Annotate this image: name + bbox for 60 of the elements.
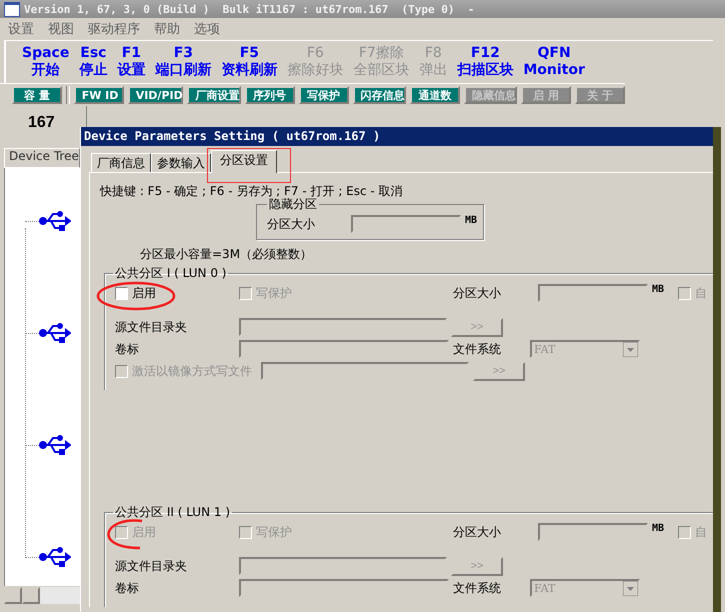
field-label: 文件系统 [453,340,502,358]
menu-item[interactable]: 帮助 [154,20,180,38]
hotkey-button[interactable]: Space 开始 [22,45,70,79]
menu-item[interactable]: 设置 [8,20,34,38]
toolbar-button[interactable]: 闪存信息 [352,86,406,104]
toolbar-button[interactable]: 通道数 [410,86,460,104]
field-label: 卷标 [115,580,140,596]
browse-button[interactable]: >> [473,362,525,380]
dropdown-arrow-icon[interactable] [623,342,638,356]
field-label: 源文件目录夹 [115,318,188,336]
field-label: 文件系统 [453,580,502,596]
hotkey-button[interactable]: QFN Monitor [523,45,585,79]
auto-checkbox[interactable]: 自 [678,284,707,302]
unit-label: MB [652,283,666,295]
shortcut-hint: 快捷键 : F5 - 确定 ; F6 - 另存为 ; F7 - 打开 ; Esc - 取消 [100,183,404,198]
enable-checkbox[interactable]: 启用 [115,284,235,302]
app-icon [4,2,20,16]
hotkey-button[interactable]: Esc 停止 [79,45,108,79]
hotkey-button[interactable]: F5 资料刷新 [221,45,278,79]
field-label: 源文件目录夹 [115,558,188,574]
file-system-dropdown[interactable]: FAT [530,340,640,358]
menu-item[interactable]: 驱动程序 [88,20,140,38]
field-label: 分区大小 [267,216,316,232]
usb-icon[interactable] [39,322,71,344]
port-number: 167 [27,113,56,133]
hotkey-button[interactable]: F3 端口刷新 [155,45,212,79]
toolbar-button[interactable]: 厂商设置 [187,86,241,104]
tab[interactable]: 分区设置 [211,150,277,173]
group-title: 隐藏分区 [268,197,318,213]
toolbar-button[interactable]: 容 量 [12,86,62,104]
file-system-dropdown[interactable]: FAT [530,579,640,597]
menu-item[interactable]: 选项 [194,20,220,38]
field-label: 分区大小 [453,524,502,540]
dialog-title: Device Parameters Setting ( ut67rom.167 ) [81,127,713,146]
mirror-checkbox[interactable]: 激活以镜像方式写文件 [115,362,257,380]
tab[interactable]: 参数输入 [151,153,211,172]
min-size-note: 分区最小容量=3M（必须整数） [139,246,314,263]
toolbar-button[interactable]: FW ID [74,86,124,104]
field-label: 卷标 [115,340,140,358]
dropdown-arrow-icon[interactable] [623,580,638,596]
menu-item[interactable]: 视图 [48,20,74,38]
usb-icon[interactable] [39,210,71,232]
browse-button[interactable]: >> [451,318,503,336]
field-label: 分区大小 [453,284,502,302]
device-tree-tab[interactable]: Device Tree [4,148,80,168]
hotkey-button[interactable]: F12 扫描区块 [457,45,514,79]
toolbar-button[interactable]: 序列号 [244,86,295,104]
toolbar-button[interactable]: 写保护 [298,86,349,104]
unit-label: MB [652,522,666,534]
window-title: Version 1, 67, 3, 0 (Build ) Bulk iT1167 : ut67rom.167 (Type 0) - [24,2,474,16]
unit-label: MB [465,214,478,226]
usb-icon[interactable] [39,434,71,456]
toolbar-button[interactable]: VID/PID [128,86,184,104]
usb-icon[interactable] [39,546,71,568]
browse-button[interactable]: >> [451,556,503,576]
tab[interactable]: 厂商信息 [91,153,151,172]
group-title: 公共分区 II ( LUN 1 ) [114,504,231,521]
hotkey-button[interactable]: F1 设置 [117,45,146,79]
group-title: 公共分区 I ( LUN 0 ) [114,265,228,282]
auto-checkbox[interactable]: 自 [678,524,707,540]
